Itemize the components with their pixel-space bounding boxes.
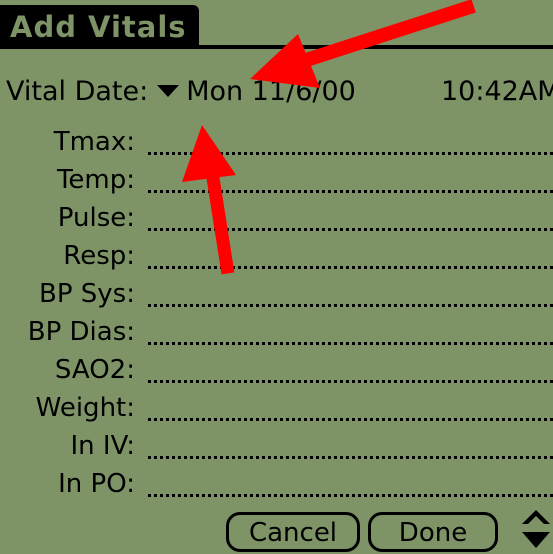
bp-dias-input[interactable]	[148, 342, 553, 345]
scroll-arrows-icon[interactable]	[519, 508, 553, 554]
field-label-pulse: Pulse:	[57, 203, 135, 233]
field-label-temp: Temp:	[56, 165, 135, 195]
field-row-tmax: Tmax:	[0, 125, 553, 163]
field-row-resp: Resp:	[0, 239, 553, 277]
field-label-weight: Weight:	[35, 393, 135, 423]
field-label-bp-sys: BP Sys:	[39, 279, 135, 309]
bp-sys-input[interactable]	[148, 304, 553, 307]
sao2-input[interactable]	[148, 380, 553, 383]
field-row-in-iv: In IV:	[0, 429, 553, 467]
pulse-input[interactable]	[148, 228, 553, 231]
done-button[interactable]: Done	[368, 512, 498, 552]
field-row-bp-sys: BP Sys:	[0, 277, 553, 315]
field-label-in-iv: In IV:	[70, 431, 135, 461]
field-label-in-po: In PO:	[58, 469, 135, 499]
vital-date-label: Vital Date:	[6, 76, 149, 107]
field-label-bp-dias: BP Dias:	[27, 317, 135, 347]
field-row-in-po: In PO:	[0, 467, 553, 505]
vital-time-selector[interactable]: 10:42AM	[441, 72, 553, 112]
temp-input[interactable]	[148, 190, 553, 193]
in-iv-input[interactable]	[148, 456, 553, 459]
vital-date-selector[interactable]: Mon 11/6/00	[186, 72, 356, 112]
in-po-input[interactable]	[148, 494, 553, 497]
triangle-down-icon[interactable]	[157, 85, 180, 97]
field-row-weight: Weight:	[0, 391, 553, 429]
form-title: Add Vitals	[0, 5, 199, 49]
weight-input[interactable]	[148, 418, 553, 421]
field-row-pulse: Pulse:	[0, 201, 553, 239]
field-label-tmax: Tmax:	[53, 127, 135, 157]
cancel-button[interactable]: Cancel	[226, 512, 360, 552]
field-label-sao2: SAO2:	[54, 355, 135, 385]
title-rule	[0, 45, 553, 49]
palm-screen: Add Vitals Vital Date: Mon 11/6/00 10:42A…	[0, 0, 553, 554]
field-row-sao2: SAO2:	[0, 353, 553, 391]
vital-date-row: Vital Date: Mon 11/6/00	[6, 72, 356, 112]
field-row-temp: Temp:	[0, 163, 553, 201]
resp-input[interactable]	[148, 266, 553, 269]
tmax-input[interactable]	[148, 152, 553, 155]
field-row-bp-dias: BP Dias:	[0, 315, 553, 353]
field-label-resp: Resp:	[63, 241, 135, 271]
